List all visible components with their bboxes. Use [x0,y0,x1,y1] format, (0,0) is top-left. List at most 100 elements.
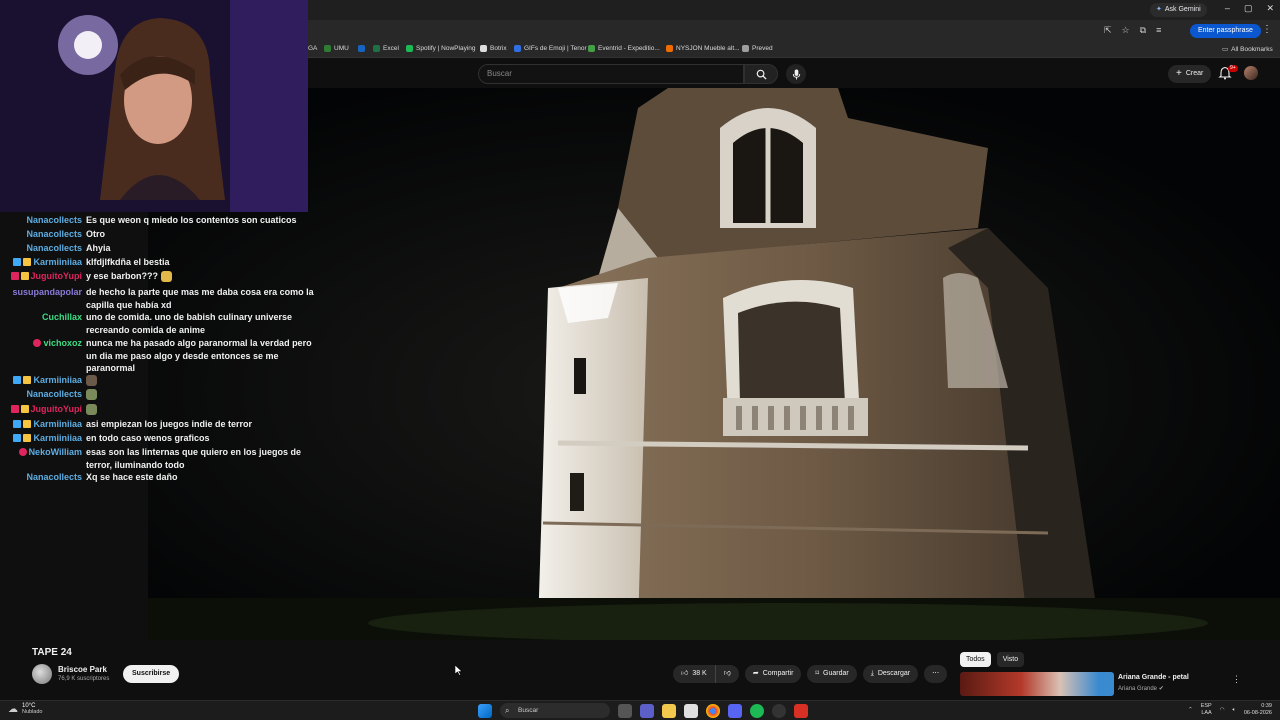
chat-user-block: Karmiiniiaa [13,374,82,387]
subscriber-badge-icon [13,376,22,385]
create-button[interactable]: + Crear [1168,65,1212,83]
subscriber-count: 76,9 K suscriptores [58,676,110,682]
bookmark-favicon [406,45,413,52]
search-input[interactable]: Buscar [478,64,744,84]
all-bookmarks-button[interactable]: ▭ All Bookmarks [1222,45,1273,54]
file-explorer-icon[interactable] [662,703,676,718]
channel-name[interactable]: Briscoe Park [58,665,107,674]
thumbs-up-icon: 👍︎ [681,670,689,677]
chat-text: Ahyia [86,243,111,253]
emote-icon [86,389,97,401]
taskbar-search[interactable]: ⌕ Buscar [500,703,610,718]
chat-text-block [86,403,318,416]
mouse-cursor-icon [455,665,463,676]
search-icon [756,69,767,80]
video-title: TAPE 24 [32,647,72,658]
related-video-channel: Ariana Grande ✔ [1118,685,1164,692]
video-info-bar: TAPE 24 Briscoe Park 76,9 K suscriptores… [0,640,1280,700]
ask-gemini-button[interactable]: ✦ Ask Gemini [1150,3,1207,17]
share-button[interactable]: ➦ Compartir [744,665,802,683]
chat-text: esas son las linternas que quiero en los… [86,447,302,470]
store-icon[interactable] [684,703,698,718]
chip-watched[interactable]: Visto [996,652,1025,667]
volume-icon[interactable]: 🔈︎ [1233,707,1236,714]
teams-icon[interactable] [640,703,654,718]
related-filter-chips: Todos Visto [960,652,1025,667]
media-icon[interactable]: ≡ [1156,25,1161,36]
subscribe-button[interactable]: Suscribirse [123,665,180,683]
related-video-thumbnail[interactable] [960,672,1114,696]
chat-user-block: Karmiiniiaa [13,432,82,445]
like-dislike-group: 👍︎ 38 K 👎︎ [673,665,739,683]
related-channel-name: Ariana Grande [1118,686,1158,692]
maximize-icon[interactable]: ▢ [1244,3,1253,14]
bookmark-label: Eventrid - Expeditio... [598,45,660,52]
toolbar-icons: ⇱ ☆ ⧉ ≡ [1104,25,1161,36]
dislike-button[interactable]: 👎︎ [715,665,739,683]
bookmark-item[interactable]: GIFs de Emoji | Tenor [514,45,587,52]
download-button[interactable]: ⤓ Descargar [862,665,919,683]
chat-text: nunca me ha pasado algo paranormal la ve… [86,338,312,373]
weather-widget[interactable]: ☁ 10°C Nublado [8,703,43,715]
bookmark-item[interactable]: Preved [742,45,773,52]
taskbar-search-icon: ⌕ [505,706,510,715]
browser-menu-icon[interactable]: ⋮ [1262,24,1272,35]
related-video-title[interactable]: Ariana Grande - petal [1118,674,1189,681]
obs-icon[interactable] [772,703,786,718]
gift-badge-icon [20,405,29,414]
search-button[interactable] [744,64,778,84]
bookmark-item[interactable]: UMU [324,45,349,52]
input-language[interactable]: ESP LAA [1201,703,1212,717]
bookmark-item[interactable]: Excel [373,45,399,52]
bookmark-item[interactable]: Spotify | NowPlaying [406,45,476,52]
like-button[interactable]: 👍︎ 38 K [673,665,716,683]
chat-user-block: Karmiiniiaa [13,256,82,269]
close-icon[interactable]: ✕ [1266,3,1274,14]
taskbar-search-label: Buscar [518,707,539,714]
install-icon[interactable]: ⇱ [1104,25,1112,36]
chat-username: susupandapolar [12,287,82,297]
subscriber-badge-icon [13,434,22,443]
bookmark-item[interactable]: NYSJON Mueble alt... [666,45,740,52]
discord-icon[interactable] [728,703,742,718]
chip-all[interactable]: Todos [960,652,991,667]
bookmark-item[interactable]: Eventrid - Expeditio... [588,45,660,52]
chat-username: Karmiiniiaa [33,257,82,267]
more-actions-button[interactable]: ⋯ [924,665,948,683]
extensions-icon[interactable]: ⧉ [1140,25,1146,36]
clock[interactable]: 0:39 06-08-2026 [1244,703,1272,717]
minimize-icon[interactable]: – [1225,3,1230,14]
star-icon[interactable]: ☆ [1122,25,1130,36]
wifi-icon[interactable]: ◠ [1220,707,1225,713]
chrome-icon[interactable] [706,703,720,718]
app-red-icon[interactable] [794,703,808,718]
bookmark-label: GIFs de Emoji | Tenor [524,45,587,52]
channel-avatar[interactable] [32,664,52,684]
enter-passphrase-button[interactable]: Enter passphrase [1190,24,1261,38]
chat-user-block: vichoxoz [33,337,82,350]
windows-start-icon[interactable] [478,703,492,718]
bookmark-label: Excel [383,45,399,52]
clock-date: 06-08-2026 [1243,710,1272,716]
save-button[interactable]: ⌑ Guardar [807,665,857,683]
like-count: 38 K [692,670,707,677]
chat-text-block [86,388,318,401]
more-horizontal-icon: ⋯ [932,670,940,677]
plus-icon: + [1176,68,1182,79]
voice-search-button[interactable] [786,64,806,84]
moderator-badge-icon [10,405,19,414]
account-avatar[interactable] [1244,66,1258,80]
spotify-icon[interactable] [750,703,764,718]
bookmark-item[interactable]: Botrix [480,45,507,52]
bookmark-item[interactable] [358,45,365,52]
related-more-icon[interactable]: ⋮ [1232,674,1241,685]
chat-username: Nanacollects [26,243,82,253]
bookmark-favicon [514,45,521,52]
bookmark-item[interactable]: GA [308,45,317,52]
weather-text: 10°C Nublado [22,703,43,715]
chevron-up-icon[interactable]: ⌃ [1188,707,1193,713]
video-actions: 👍︎ 38 K 👎︎ ➦ Compartir ⌑ Guardar ⤓ Desca… [673,665,948,683]
task-view-icon[interactable] [618,703,632,718]
chat-username: Karmiiniiaa [33,419,82,429]
chat-text: Otro [86,229,105,239]
